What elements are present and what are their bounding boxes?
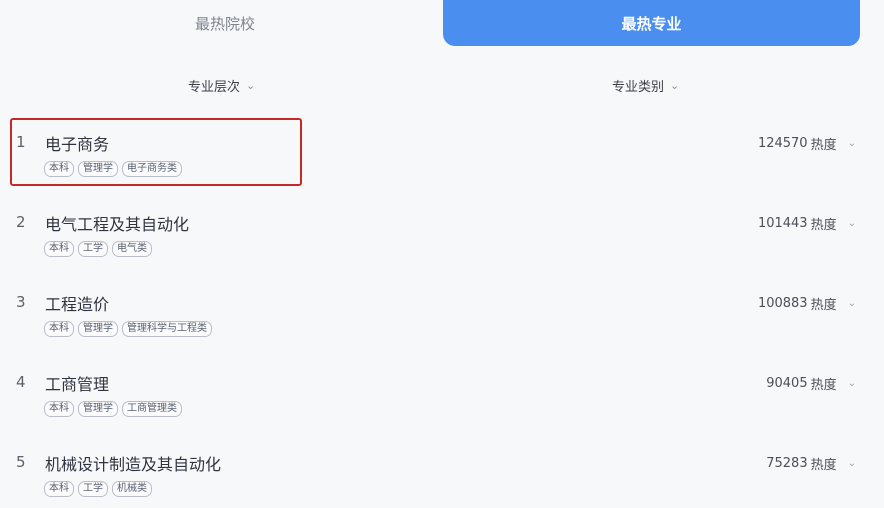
tab-hottest-schools[interactable]: 最热院校 (10, 0, 440, 46)
chevron-down-icon: ⌄ (847, 138, 856, 149)
chevron-down-icon: ⌄ (847, 218, 856, 229)
major-name: 工程造价 (45, 295, 110, 314)
heat-value: 100883 (757, 296, 808, 311)
chevron-down-icon: ⌄ (847, 378, 856, 389)
major-tags: 本科 管理学 工商管理类 (44, 401, 182, 417)
heat-unit: 热度 (810, 138, 837, 153)
heat-score[interactable]: 101443 热度 ⌄ (758, 214, 856, 233)
major-name: 电子商务 (45, 135, 110, 154)
heat-value: 101443 (757, 216, 808, 231)
tag-discipline: 管理学 (78, 321, 118, 337)
major-level-filter-label: 专业层次 (188, 80, 241, 95)
heat-score[interactable]: 75283 热度 ⌄ (766, 454, 856, 473)
heat-value: 75283 (766, 456, 808, 471)
chevron-down-icon: ⌄ (847, 298, 856, 309)
heat-score[interactable]: 90405 热度 ⌄ (766, 374, 856, 393)
rank-number: 1 (16, 133, 26, 151)
heat-score[interactable]: 100883 热度 ⌄ (758, 294, 856, 313)
tab-bar: 最热院校 最热专业 (10, 0, 860, 46)
chevron-down-icon: ⌄ (670, 79, 680, 92)
heat-unit: 热度 (810, 458, 837, 473)
tag-degree: 本科 (44, 401, 74, 417)
list-item[interactable]: 5 机械设计制造及其自动化 本科 工学 机械类 75283 热度 ⌄ (0, 438, 884, 508)
heat-unit: 热度 (810, 298, 837, 313)
tag-category: 管理科学与工程类 (122, 321, 212, 337)
major-category-filter-label: 专业类别 (612, 80, 665, 95)
tag-category: 电气类 (112, 241, 152, 257)
rank-number: 4 (16, 373, 26, 391)
tag-discipline: 工学 (78, 481, 108, 497)
rank-number: 3 (16, 293, 26, 311)
list-item[interactable]: 3 工程造价 本科 管理学 管理科学与工程类 100883 热度 ⌄ (0, 278, 884, 348)
list-item[interactable]: 4 工商管理 本科 管理学 工商管理类 90405 热度 ⌄ (0, 358, 884, 428)
heat-unit: 热度 (810, 218, 837, 233)
major-tags: 本科 管理学 管理科学与工程类 (44, 321, 212, 337)
chevron-down-icon: ⌄ (847, 458, 856, 469)
major-category-filter[interactable]: 专业类别 ⌄ (612, 76, 679, 95)
chevron-down-icon: ⌄ (246, 79, 256, 92)
major-name: 工商管理 (45, 375, 110, 394)
major-name: 机械设计制造及其自动化 (45, 455, 222, 474)
tag-category: 机械类 (112, 481, 152, 497)
major-tags: 本科 工学 机械类 (44, 481, 152, 497)
tag-category: 工商管理类 (122, 401, 182, 417)
filter-bar: 专业层次 ⌄ 专业类别 ⌄ (0, 76, 884, 100)
heat-score[interactable]: 124570 热度 ⌄ (758, 134, 856, 153)
tag-discipline: 管理学 (78, 401, 118, 417)
tag-degree: 本科 (44, 241, 74, 257)
rank-number: 2 (16, 213, 26, 231)
tag-degree: 本科 (44, 481, 74, 497)
tab-hottest-majors[interactable]: 最热专业 (443, 0, 860, 46)
rank-number: 5 (16, 453, 26, 471)
major-name: 电气工程及其自动化 (45, 215, 190, 234)
heat-value: 124570 (757, 136, 808, 151)
tag-degree: 本科 (44, 321, 74, 337)
heat-unit: 热度 (810, 378, 837, 393)
major-level-filter[interactable]: 专业层次 ⌄ (188, 76, 255, 95)
tag-discipline: 工学 (78, 241, 108, 257)
major-tags: 本科 工学 电气类 (44, 241, 152, 257)
tag-category: 电子商务类 (122, 161, 182, 177)
heat-value: 90405 (766, 376, 808, 391)
list-item[interactable]: 2 电气工程及其自动化 本科 工学 电气类 101443 热度 ⌄ (0, 198, 884, 268)
major-tags: 本科 管理学 电子商务类 (44, 161, 182, 177)
tag-degree: 本科 (44, 161, 74, 177)
list-item[interactable]: 1 电子商务 本科 管理学 电子商务类 124570 热度 ⌄ (0, 118, 884, 188)
tag-discipline: 管理学 (78, 161, 118, 177)
